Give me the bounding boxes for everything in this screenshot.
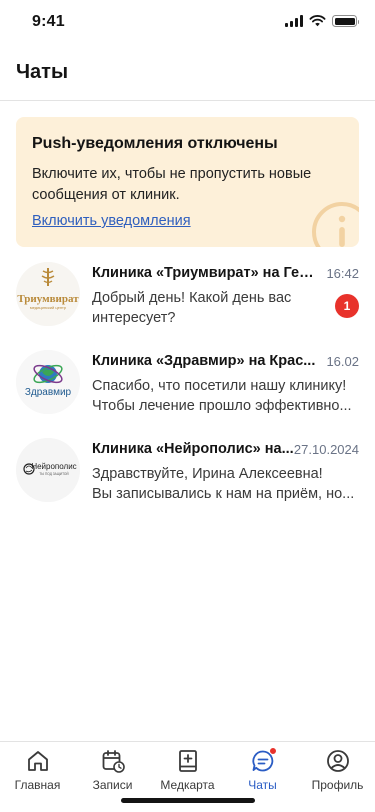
svg-text:Здравмир: Здравмир [25,387,72,398]
tab-chats[interactable]: Чаты [225,747,300,794]
page-header: Чаты [0,44,375,101]
clinic-logo-triumvirat: Триумвират медицинский центр [16,262,80,326]
chat-item-zdravmir[interactable]: Здравмир Клиника «Здравмир» на Крас... 1… [0,350,375,434]
chat-time: 16.02 [326,354,359,369]
banner-title: Push-уведомления отключены [32,135,278,152]
chat-clinic-name: Клиника «Здравмир» на Крас... [92,353,316,369]
status-bar: 9:41 [0,0,375,44]
chat-item-neuropolis[interactable]: Нейрополис ТЫ ПОД ЗАЩИТОЙ Клиника «Нейро… [0,438,375,522]
notification-dot [268,747,277,755]
info-icon [312,202,359,247]
chat-last-message: Добрый день! Какой день вас интересует? [92,290,292,326]
svg-text:ТЫ ПОД ЗАЩИТОЙ: ТЫ ПОД ЗАЩИТОЙ [39,472,69,476]
chat-time: 16:42 [326,266,359,281]
battery-icon [332,15,359,27]
chat-last-message: Здравствуйте, Ирина Алексеевна! Вы запис… [92,466,355,502]
clinic-logo-neuropolis: Нейрополис ТЫ ПОД ЗАЩИТОЙ [16,438,80,502]
tab-profile[interactable]: Профиль [300,748,375,794]
tab-appointments[interactable]: Записи [75,748,150,794]
svg-text:медицинский центр: медицинский центр [30,305,67,310]
tab-label: Записи [92,778,133,792]
page-title: Чаты [16,61,69,83]
tab-label: Главная [14,778,61,792]
cellular-signal-icon [285,15,303,27]
chat-clinic-name: Клиника «Триумвират» на Гер... [92,265,318,281]
chat-last-message: Спасибо, что посетили нашу клинику! Чтоб… [92,378,352,414]
chat-clinic-name: Клиника «Нейрополис» на... [92,441,294,457]
wifi-icon [309,15,326,27]
home-indicator [121,798,255,803]
enable-notifications-link[interactable]: Включить уведомления [32,213,191,229]
status-icons [285,15,359,27]
push-notifications-banner: Push-уведомления отключены Включите их, … [16,117,359,247]
chat-time: 27.10.2024 [293,442,359,457]
banner-text: Включите их, чтобы не пропустить новые с… [32,166,312,203]
calendar-icon [102,750,125,773]
chat-icon-wrapper [250,747,277,774]
clinic-logo-zdravmir: Здравмир [16,350,80,414]
profile-icon [326,750,349,772]
tab-label: Чаты [248,778,277,792]
svg-text:Нейрополис: Нейрополис [31,462,76,471]
tab-home[interactable]: Главная [0,748,75,794]
medical-book-icon [178,750,197,772]
home-icon [27,751,48,771]
chat-item-triumvirat[interactable]: Триумвират медицинский центр Клиника «Тр… [0,262,375,346]
unread-count-badge: 1 [335,294,359,318]
tab-label: Профиль [311,778,364,792]
svg-text:Триумвират: Триумвират [17,293,79,305]
tab-medical-record[interactable]: Медкарта [150,748,225,794]
tab-label: Медкарта [160,778,215,792]
status-time: 9:41 [32,13,65,30]
